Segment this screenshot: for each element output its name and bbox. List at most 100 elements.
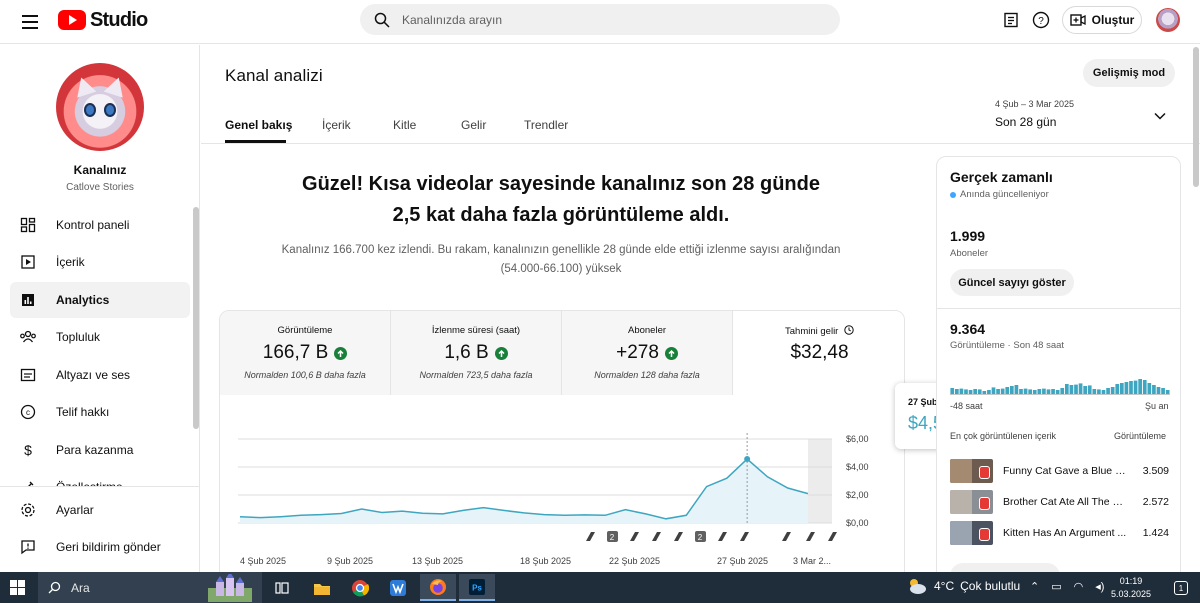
channel-name: Kanalınız	[73, 163, 127, 177]
sidebar-item-label: Ayarlar	[56, 503, 94, 517]
help-icon[interactable]: ?	[1031, 10, 1051, 30]
create-label: Oluştur	[1091, 13, 1135, 27]
x-tick-label: 3 Mar 2...	[793, 556, 831, 566]
x-tick-label: 18 Şub 2025	[520, 556, 571, 566]
chrome-icon[interactable]	[348, 576, 372, 600]
youtube-logo-icon	[58, 10, 86, 30]
windows-taskbar: Ara Ps 4°C Çok bulutlu ⌃ ▭ ◠ ◂) 01:19 5.…	[0, 572, 1200, 603]
chevron-up-icon[interactable]: ⌃	[1030, 580, 1039, 593]
sidebar-item-monetization[interactable]: $ Para kazanma	[10, 432, 190, 468]
sidebar-item-label: Telif hakkı	[56, 405, 110, 419]
top-content-item[interactable]: Kitten Has An Argument ... 1.424	[950, 520, 1170, 546]
sidebar-scrollbar[interactable]	[193, 207, 199, 429]
firefox-icon[interactable]	[420, 574, 456, 601]
analytics-icon	[18, 290, 38, 310]
metric-value: $32,48	[790, 342, 849, 363]
youtube-studio-logo[interactable]: Studio	[58, 8, 148, 31]
metric-views[interactable]: Görüntüleme 166,7 B Normalden 100,6 B da…	[220, 311, 391, 395]
weather-widget[interactable]: 4°C Çok bulutlu	[906, 577, 1020, 595]
tab-overview[interactable]: Genel bakış	[225, 118, 292, 132]
windows-start-icon[interactable]	[10, 580, 25, 595]
advanced-mode-button[interactable]: Gelişmiş mod	[1083, 59, 1175, 87]
sidebar-item-community[interactable]: Topluluk	[10, 319, 190, 355]
volume-icon[interactable]: ◂)	[1095, 580, 1104, 593]
wifi-icon[interactable]: ◠	[1074, 580, 1084, 593]
copyright-icon: c	[18, 402, 38, 422]
taskbar-search[interactable]: Ara	[38, 572, 262, 603]
metric-value: +278	[616, 342, 659, 363]
sidebar-item-settings[interactable]: Ayarlar	[10, 492, 190, 528]
search-bar[interactable]	[360, 4, 840, 35]
sidebar-item-content[interactable]: İçerik	[10, 244, 190, 280]
main-scrollbar[interactable]	[1193, 47, 1199, 187]
sidebar-item-dashboard[interactable]: Kontrol paneli	[10, 207, 190, 243]
shorts-icon	[979, 466, 990, 479]
taskbar-clock[interactable]: 01:19 5.03.2025	[1108, 575, 1154, 601]
tab-content[interactable]: İçerik	[322, 118, 351, 132]
arrow-up-icon	[494, 346, 508, 360]
metric-title: İzlenme süresi (saat)	[431, 325, 521, 336]
logo-text: Studio	[90, 8, 148, 31]
account-avatar[interactable]	[1156, 8, 1180, 32]
sidebar-item-subtitles[interactable]: Altyazı ve ses	[10, 357, 190, 393]
main-content: Kanal analizi Gelişmiş mod Genel bakış İ…	[201, 45, 1200, 572]
wps-icon[interactable]	[386, 576, 410, 600]
subscriber-label: Aboneler	[950, 248, 989, 259]
summary-text: Kanalınız 166.700 kez izlendi. Bu rakam,…	[261, 241, 861, 279]
sidebar-item-analytics[interactable]: Analytics	[10, 282, 190, 318]
sidebar-item-feedback[interactable]: Geri bildirim gönder	[10, 529, 190, 565]
sidebar-item-copyright[interactable]: c Telif hakkı	[10, 394, 190, 430]
metric-watch-time[interactable]: İzlenme süresi (saat) 1,6 B Normalden 72…	[391, 311, 562, 395]
shorts-upload-icon	[586, 532, 595, 541]
file-explorer-icon[interactable]	[310, 576, 334, 600]
search-input[interactable]	[402, 12, 802, 27]
channel-avatar[interactable]	[56, 63, 144, 151]
notification-icon[interactable]: 1	[1174, 581, 1188, 595]
system-tray: ⌃ ▭ ◠ ◂)	[1030, 580, 1104, 593]
upload-count-label: 2	[610, 533, 615, 542]
realtime-views-count: 9.364	[950, 321, 986, 337]
top-content-item[interactable]: Funny Cat Gave a Blue Ba... 3.509	[950, 458, 1170, 484]
hamburger-menu-icon[interactable]	[18, 10, 42, 34]
headline: Güzel! Kısa videolar sayesinde kanalınız…	[261, 169, 861, 231]
y-tick-label: $2,00	[846, 490, 869, 500]
clock-icon	[844, 325, 854, 335]
top-content-item[interactable]: Brother Cat Ate All The C... 2.572	[950, 489, 1170, 515]
date-range[interactable]: 4 Şub – 3 Mar 2025	[995, 99, 1074, 109]
realtime-title: Gerçek zamanlı	[950, 169, 1053, 185]
network-icon[interactable]: ▭	[1051, 580, 1061, 593]
metric-title: Aboneler	[627, 325, 667, 336]
task-view-icon[interactable]	[270, 576, 294, 600]
more-button[interactable]	[950, 563, 1060, 572]
create-button[interactable]: Oluştur	[1062, 6, 1142, 34]
realtime-axis-left: -48 saat	[950, 401, 983, 411]
video-thumbnail	[950, 521, 993, 545]
sidebar-item-label: Para kazanma	[56, 443, 134, 457]
arrow-up-icon	[334, 346, 348, 360]
metric-note: Normalden 100,6 B daha fazla	[244, 370, 366, 380]
metric-subscribers[interactable]: Aboneler +278 Normalden 128 daha fazla	[562, 311, 733, 395]
tab-trends[interactable]: Trendler	[524, 118, 568, 132]
clock-date: 5.03.2025	[1110, 589, 1152, 599]
metric-value: 1,6 B	[444, 342, 489, 363]
shorts-icon	[979, 497, 990, 510]
subtitles-tool-icon[interactable]	[1001, 10, 1021, 30]
headline-line: 2,5 kat daha fazla görüntüleme aldı.	[392, 204, 730, 226]
metric-revenue[interactable]: Tahmini gelir $32,48	[733, 311, 904, 395]
photoshop-icon[interactable]: Ps	[459, 574, 495, 601]
revenue-chart[interactable]: $6,00 $4,00 $2,00 $0,00 2 2 4 Şub 2025 9 Şub 20…	[220, 395, 905, 572]
metric-title: Tahmini gelir	[733, 325, 904, 337]
y-tick-label: $0,00	[846, 518, 869, 528]
show-live-count-button[interactable]: Güncel sayıyı göster	[950, 269, 1074, 296]
date-period[interactable]: Son 28 gün	[995, 115, 1056, 129]
realtime-bar-chart[interactable]	[950, 363, 1170, 395]
chevron-down-icon[interactable]	[1153, 109, 1167, 127]
shorts-upload-icon	[652, 532, 661, 541]
weather-text: Çok bulutlu	[960, 579, 1021, 593]
tab-audience[interactable]: Kitle	[393, 118, 416, 132]
realtime-panel: Gerçek zamanlı Anında güncelleniyor 1.99…	[936, 156, 1181, 572]
search-icon	[374, 12, 390, 28]
y-tick-label: $4,00	[846, 462, 869, 472]
x-tick-label: 13 Şub 2025	[412, 556, 463, 566]
tab-revenue[interactable]: Gelir	[461, 118, 486, 132]
